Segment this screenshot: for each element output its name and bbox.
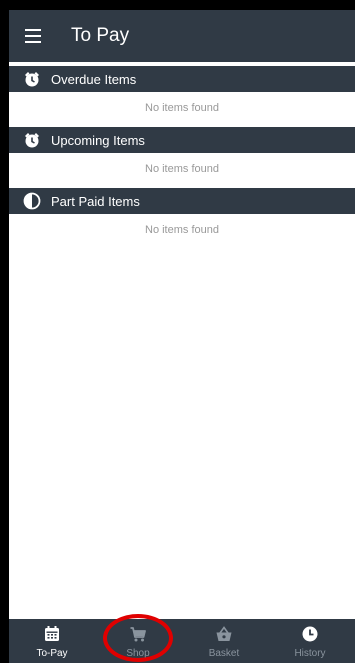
empty-message: No items found <box>145 102 219 114</box>
section-header-upcoming: Upcoming Items <box>9 127 355 153</box>
menu-icon[interactable] <box>25 28 45 44</box>
nav-label: History <box>294 648 326 659</box>
nav-tab-history[interactable]: History <box>267 619 353 663</box>
section-label: Overdue Items <box>51 72 137 87</box>
section-header-overdue: Overdue Items <box>9 66 355 92</box>
nav-tab-to-pay[interactable]: To-Pay <box>9 619 95 663</box>
section-label: Part Paid Items <box>51 194 140 209</box>
nav-tab-basket[interactable]: Basket <box>181 619 267 663</box>
section-label: Upcoming Items <box>51 133 145 148</box>
empty-message: No items found <box>145 163 219 175</box>
clock-icon <box>302 626 318 642</box>
app-screen: To Pay Overdue Items No items found Upco… <box>9 10 355 663</box>
highlight-circle <box>103 614 173 662</box>
nav-label: To-Pay <box>36 648 68 659</box>
nav-label: Basket <box>208 648 240 659</box>
alarm-clock-icon <box>25 133 39 148</box>
app-bar: To Pay <box>9 10 355 62</box>
basket-icon <box>216 626 232 641</box>
section-header-part-paid: Part Paid Items <box>9 188 355 214</box>
bottom-navigation: To-Pay Shop Basket History <box>9 619 355 663</box>
half-circle-icon <box>23 192 41 210</box>
empty-message: No items found <box>145 224 219 236</box>
page-title: To Pay <box>71 25 130 46</box>
alarm-clock-icon <box>25 72 39 87</box>
calendar-icon <box>45 626 59 641</box>
